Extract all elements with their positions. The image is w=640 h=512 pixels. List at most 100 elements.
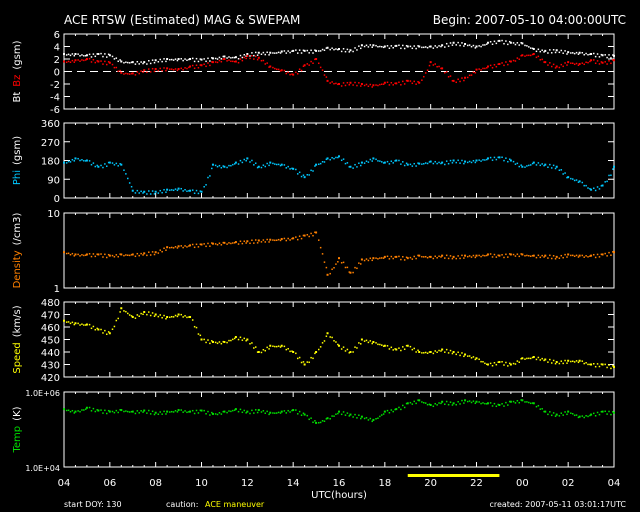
interp-dot [463,402,465,404]
interp-dot [119,311,121,313]
interp-dot [573,361,576,363]
data-point-speed [120,307,123,310]
chart-canvas: ACE RTSW (Estimated) MAG & SWEPAM Begin:… [12,13,626,509]
data-point-density [108,254,111,257]
data-point-bt [315,49,318,52]
interp-dot [541,163,543,165]
interp-dot [111,63,114,66]
interp-dot [237,243,240,245]
interp-dot [375,257,377,259]
interp-dot [390,45,393,47]
interp-dot [207,62,209,64]
interp-dot [375,158,377,161]
data-point-bt [131,61,134,64]
interp-dot [379,257,381,259]
interp-dot [161,60,163,63]
interp-dot [216,342,219,345]
interp-dot [151,67,154,70]
interp-dot [195,243,198,246]
interp-dot [184,410,186,412]
interp-dot [128,62,131,64]
y-tick-label: 270 [41,138,60,149]
interp-dot [518,58,521,60]
data-point-bt [200,58,203,61]
interp-dot [480,160,482,162]
interp-dot [472,400,475,402]
data-point-density [177,245,180,248]
interp-dot [344,84,347,87]
data-point-bz [63,60,65,63]
interp-dot [455,161,457,164]
interp-dot [128,73,131,75]
interp-dot [111,162,114,164]
interp-dot [400,84,402,86]
interp-dot [295,168,297,171]
data-point-bt [211,57,214,60]
interp-dot [92,53,95,55]
data-point-phi [521,165,524,168]
data-point-speed [395,348,398,351]
interp-dot [409,45,412,48]
interp-dot [149,193,152,195]
interp-dot [287,71,289,74]
interp-dot [283,69,286,72]
interp-dot [360,263,362,265]
interp-dot [608,364,610,366]
interp-dot [367,259,370,262]
interp-dot [295,352,297,355]
interp-dot [413,45,415,47]
interp-dot [346,348,349,351]
data-point-speed [532,356,535,358]
interp-dot [254,346,257,348]
interp-dot [390,346,393,349]
interp-dot [451,352,454,355]
interp-dot [94,410,97,413]
interp-dot [123,310,125,312]
interp-dot [232,56,234,59]
interp-dot [272,52,274,54]
interp-dot [354,413,356,416]
data-point-phi [613,165,615,168]
interp-dot [560,63,563,66]
interp-dot [100,253,102,255]
interp-dot [539,164,542,167]
interp-dot [524,166,526,168]
interp-dot [585,184,587,187]
interp-dot [296,413,299,415]
interp-dot [354,266,356,269]
interp-dot [514,255,517,257]
interp-dot [197,333,200,335]
interp-dot [277,238,280,241]
interp-dot [550,52,553,54]
interp-dot [541,254,543,257]
interp-dot [333,48,335,51]
interp-dot [321,69,324,71]
interp-dot [547,257,549,259]
interp-dot [153,61,156,64]
data-point-density [234,241,237,244]
series-density [63,231,615,276]
interp-dot [583,184,585,187]
interp-dot [535,56,538,59]
data-point-bt [97,53,100,55]
interp-dot [558,362,561,365]
data-point-density [452,255,455,258]
interp-dot [151,410,154,413]
interp-dot [363,259,366,262]
interp-dot [529,164,532,166]
interp-dot [459,257,461,260]
interp-dot [466,161,469,164]
interp-dot [402,44,404,47]
interp-dot [484,44,486,46]
interp-dot [459,403,461,405]
interp-dot [228,164,230,167]
interp-dot [365,160,368,162]
data-point-bz [338,83,340,85]
interp-dot [253,242,255,244]
interp-dot [321,253,324,255]
data-point-phi [383,161,386,164]
interp-dot [392,46,394,49]
data-point-density [269,238,272,241]
interp-dot [81,254,83,256]
y-tick-label: 440 [41,348,60,359]
